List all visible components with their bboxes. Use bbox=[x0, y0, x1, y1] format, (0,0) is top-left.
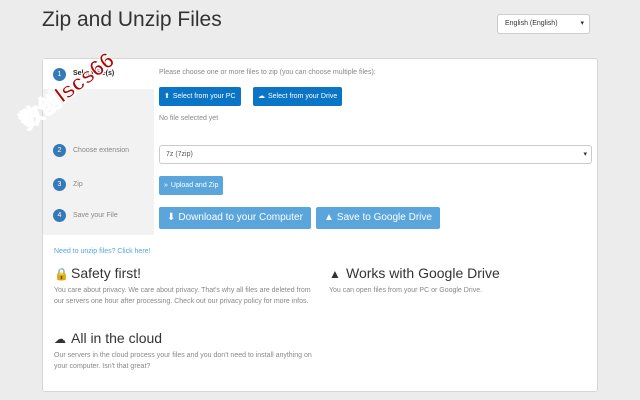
no-file-status: No file selected yet bbox=[159, 115, 219, 122]
step-save-file: 4 Save your File bbox=[43, 207, 154, 237]
google-drive-icon: ▲ bbox=[324, 212, 334, 223]
download-icon: ⬇ bbox=[167, 212, 176, 223]
upload-and-zip-button[interactable]: » Upload and Zip bbox=[159, 176, 224, 195]
feature-cloud: ☁ All in the cloud Our servers in the clo… bbox=[54, 330, 316, 372]
download-to-computer-button[interactable]: ⬇ Download to your Computer bbox=[159, 207, 311, 229]
feature-text: You care about privacy. We care about pr… bbox=[54, 287, 311, 305]
step-number: 2 bbox=[53, 144, 66, 157]
cloud-upload-icon: ☁ bbox=[258, 93, 265, 100]
feature-title: ▲ Works with Google Drive bbox=[329, 265, 500, 281]
cloud-icon: ☁ bbox=[54, 332, 66, 346]
double-chevron-right-icon: » bbox=[164, 182, 168, 189]
converter-panel: 1 Select file(s) 2 Choose extension 3 Zi… bbox=[42, 58, 598, 392]
format-value: 7z (7zip) bbox=[166, 151, 193, 158]
feature-safety: 🔒 Safety first! You care about privacy. W… bbox=[54, 265, 316, 307]
select-from-drive-button[interactable]: ☁ Select from your Drive bbox=[253, 87, 343, 106]
step-choose-extension: 2 Choose extension bbox=[43, 144, 154, 174]
page-title: Zip and Unzip Files bbox=[42, 8, 222, 31]
feature-title: 🔒 Safety first! bbox=[54, 265, 142, 281]
select-from-pc-button[interactable]: ⬆ Select from your PC bbox=[159, 87, 241, 106]
step-label: Zip bbox=[73, 181, 83, 188]
caret-down-icon: ▾ bbox=[580, 20, 584, 27]
caret-down-icon: ▾ bbox=[583, 151, 587, 158]
step-label: Save your File bbox=[73, 212, 118, 219]
step-label: Choose extension bbox=[73, 147, 130, 154]
feature-text: You can open files from your PC or Googl… bbox=[329, 287, 483, 294]
upload-icon: ⬆ bbox=[164, 93, 170, 100]
step-zip: 3 Zip bbox=[43, 176, 154, 206]
format-select[interactable]: 7z (7zip) ▾ bbox=[159, 145, 592, 164]
step-number: 3 bbox=[53, 178, 66, 191]
choose-files-hint: Please choose one or more files to zip (… bbox=[159, 69, 376, 76]
google-drive-icon: ▲ bbox=[329, 267, 341, 281]
language-value: English (English) bbox=[505, 20, 558, 27]
lock-icon: 🔒 bbox=[54, 267, 69, 281]
step-number: 4 bbox=[53, 209, 66, 222]
feature-drive: ▲ Works with Google Drive You can open fi… bbox=[329, 265, 591, 296]
unzip-link[interactable]: Need to unzip files? Click here! bbox=[54, 248, 151, 255]
feature-title: ☁ All in the cloud bbox=[54, 330, 163, 346]
feature-text: Our servers in the cloud process your fi… bbox=[54, 352, 312, 370]
language-select[interactable]: English (English) ▾ bbox=[497, 14, 590, 34]
save-to-drive-button[interactable]: ▲ Save to Google Drive bbox=[316, 207, 440, 229]
